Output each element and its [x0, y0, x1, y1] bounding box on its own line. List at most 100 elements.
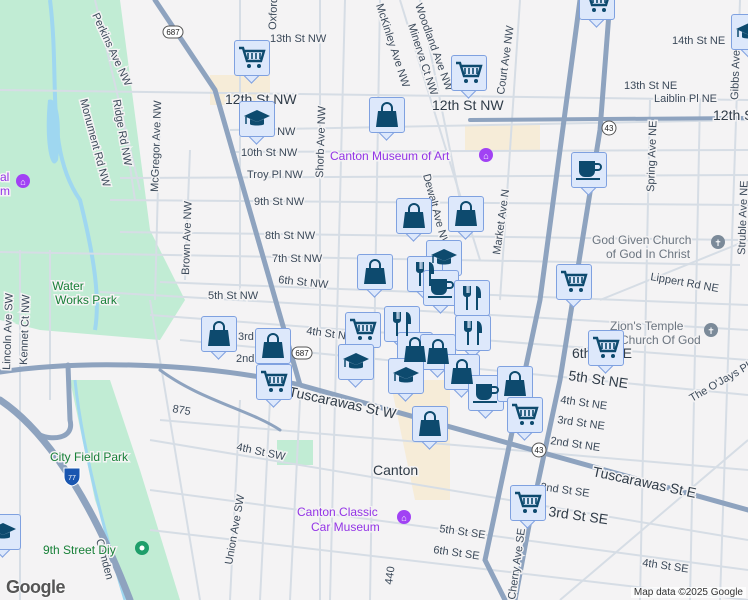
svg-text:5th St SE: 5th St SE — [439, 523, 487, 541]
map-attribution[interactable]: Map data ©2025 Google — [630, 587, 746, 598]
map-canvas[interactable]: Perkins Ave NW Ridge Rd NW McGregor Ave … — [0, 0, 748, 600]
svg-text:Struble Ave NE: Struble Ave NE — [736, 180, 748, 255]
coffee-cup-marker[interactable] — [468, 375, 504, 419]
graduation-cap-marker[interactable] — [239, 101, 275, 145]
svg-text:God Given Church: God Given Church — [592, 233, 691, 247]
svg-text:6th St NW: 6th St NW — [278, 274, 330, 291]
svg-text:Spring Ave NE: Spring Ave NE — [645, 120, 659, 192]
shopping-bag-icon — [396, 198, 432, 234]
svg-text:Lippert Rd NE: Lippert Rd NE — [649, 271, 719, 295]
shopping-cart-icon — [510, 485, 546, 521]
svg-text:43: 43 — [535, 446, 544, 455]
svg-text:3rd St NE: 3rd St NE — [557, 414, 606, 433]
shopping-cart-marker[interactable] — [234, 40, 270, 84]
fork-knife-icon — [455, 315, 491, 351]
svg-text:2nd St SE: 2nd St SE — [540, 481, 591, 500]
svg-text:of God In Christ: of God In Christ — [606, 247, 691, 261]
shopping-cart-marker[interactable] — [451, 55, 487, 99]
poi-zions-temple[interactable]: Zion's Temple Church Of God ✝ — [609, 318, 718, 349]
svg-text:al: al — [0, 170, 9, 184]
shopping-cart-icon — [256, 364, 292, 400]
graduation-cap-icon — [239, 101, 275, 137]
graduation-cap-marker[interactable] — [731, 14, 748, 58]
svg-text:Laiblin Pl NE: Laiblin Pl NE — [654, 93, 717, 105]
svg-text:Market Ave N: Market Ave N — [491, 189, 512, 256]
svg-text:✝: ✝ — [714, 238, 722, 248]
svg-text:43: 43 — [605, 124, 614, 133]
svg-text:77: 77 — [68, 475, 76, 482]
route-687-shield: 687 — [162, 25, 184, 39]
svg-text:⌂: ⌂ — [483, 151, 488, 161]
shopping-bag-icon — [369, 97, 405, 133]
svg-text:13th St NW: 13th St NW — [270, 33, 327, 45]
svg-text:Shorb Ave NW: Shorb Ave NW — [314, 105, 329, 178]
svg-text:Works Park: Works Park — [55, 293, 118, 307]
downtown-area — [465, 125, 540, 150]
shopping-cart-marker[interactable] — [507, 397, 543, 441]
coffee-cup-icon — [571, 152, 607, 188]
shopping-cart-marker[interactable] — [256, 364, 292, 408]
svg-text:875: 875 — [171, 403, 191, 418]
route-43-shield: 43 — [601, 120, 617, 136]
svg-text:13th St NE: 13th St NE — [624, 80, 677, 92]
svg-text:14th St NE: 14th St NE — [672, 35, 725, 47]
park-area — [70, 380, 180, 600]
svg-text:Lincoln Ave SW: Lincoln Ave SW — [1, 292, 16, 370]
graduation-cap-icon — [338, 344, 374, 380]
shopping-cart-marker[interactable] — [556, 264, 592, 308]
google-logo: Google — [6, 577, 66, 597]
svg-text:m: m — [0, 184, 10, 198]
fork-knife-marker[interactable] — [455, 315, 491, 359]
svg-text:Canton Museum of Art: Canton Museum of Art — [330, 149, 450, 163]
svg-text:6th St SE: 6th St SE — [433, 544, 481, 562]
shopping-cart-marker[interactable] — [510, 485, 546, 529]
shopping-bag-marker[interactable] — [396, 198, 432, 242]
graduation-cap-icon — [388, 358, 424, 394]
svg-text:Water: Water — [52, 279, 84, 293]
shopping-bag-marker[interactable] — [369, 97, 405, 141]
graduation-cap-icon — [731, 14, 748, 50]
svg-text:Car Museum: Car Museum — [311, 520, 380, 534]
shopping-bag-marker[interactable] — [412, 406, 448, 450]
svg-text:Troy Pl NW: Troy Pl NW — [247, 169, 303, 181]
svg-text:3rd St SE: 3rd St SE — [548, 503, 610, 527]
shopping-bag-icon — [255, 328, 291, 364]
poi-city-field-park[interactable]: City Field Park — [49, 449, 131, 466]
fork-knife-icon — [454, 280, 490, 316]
svg-text:Canton Classic: Canton Classic — [297, 505, 378, 519]
shopping-cart-icon — [345, 312, 381, 348]
svg-text:2nd: 2nd — [236, 353, 254, 365]
shopping-cart-icon — [556, 264, 592, 300]
shopping-cart-icon — [451, 55, 487, 91]
svg-text:⌂: ⌂ — [401, 513, 406, 523]
svg-text:9th St NW: 9th St NW — [254, 196, 305, 208]
svg-text:8th St NW: 8th St NW — [265, 230, 316, 242]
svg-text:Oxford: Oxford — [267, 0, 280, 30]
graduation-cap-marker[interactable] — [338, 344, 374, 388]
shopping-cart-marker[interactable] — [588, 330, 624, 374]
shopping-cart-icon — [507, 397, 543, 433]
shopping-bag-icon — [357, 254, 393, 290]
shopping-bag-icon — [412, 406, 448, 442]
poi-canton-classic-car-museum[interactable]: Canton Classic Car Museum ⌂ — [296, 504, 411, 536]
shopping-bag-icon — [201, 316, 237, 352]
shopping-bag-marker[interactable] — [448, 196, 484, 240]
graduation-cap-marker[interactable] — [0, 514, 21, 558]
svg-text:5th St NW: 5th St NW — [208, 290, 259, 302]
svg-text:2nd St NE: 2nd St NE — [550, 435, 601, 454]
svg-text:4th St SE: 4th St SE — [642, 557, 690, 575]
svg-text:Tuscarawas St W: Tuscarawas St W — [287, 383, 398, 422]
graduation-cap-marker[interactable] — [388, 358, 424, 402]
shopping-cart-icon — [579, 0, 615, 20]
shopping-cart-icon — [588, 330, 624, 366]
coffee-cup-marker[interactable] — [571, 152, 607, 196]
route-687-shield: 687 — [291, 346, 313, 360]
svg-text:10th St NW: 10th St NW — [241, 147, 298, 159]
shopping-bag-marker[interactable] — [201, 316, 237, 360]
svg-text:✝: ✝ — [707, 326, 715, 336]
shopping-bag-icon — [448, 196, 484, 232]
svg-text:Tuscarawas St E: Tuscarawas St E — [591, 463, 697, 501]
interstate-77-shield: 77 — [63, 467, 81, 487]
shopping-cart-marker[interactable] — [579, 0, 615, 28]
shopping-bag-marker[interactable] — [357, 254, 393, 298]
